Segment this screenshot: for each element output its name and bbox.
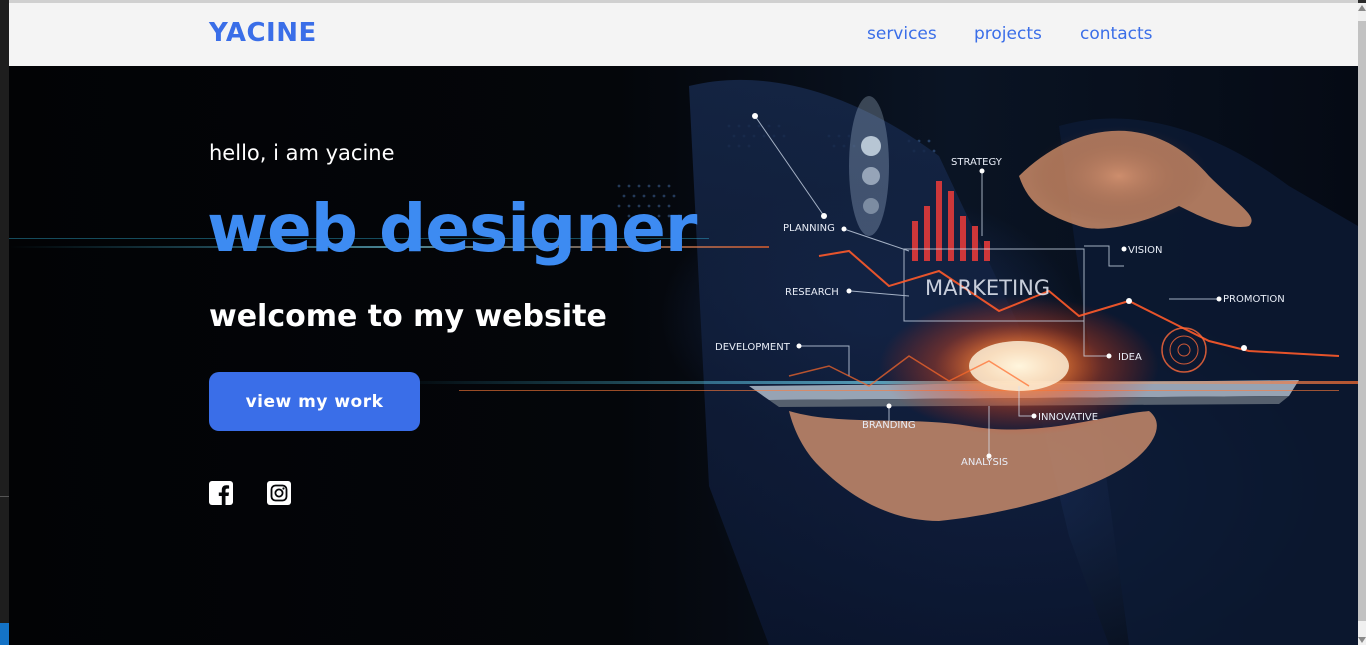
image-label-vision: VISION — [1128, 245, 1162, 256]
hero-greeting: hello, i am yacine — [209, 141, 395, 165]
instagram-icon — [267, 481, 291, 505]
image-label-analysis: ANALYSIS — [961, 457, 1008, 468]
hero-subheadline: welcome to my website — [209, 299, 607, 334]
nav-link-projects[interactable]: projects — [974, 24, 1042, 44]
page-scrollbar[interactable] — [1358, 3, 1366, 645]
web-page: YACINE services projects contacts STRATE… — [9, 3, 1358, 645]
image-label-branding: BRANDING — [862, 420, 916, 431]
browser-side-strip — [0, 0, 9, 645]
image-label-marketing: MARKETING — [925, 276, 1050, 300]
side-strip-divider — [0, 496, 9, 497]
nav-link-contacts[interactable]: contacts — [1080, 24, 1152, 44]
facebook-link[interactable] — [209, 481, 233, 505]
image-label-planning: PLANNING — [783, 223, 835, 234]
scroll-up-arrow-icon[interactable] — [1358, 5, 1366, 11]
instagram-link[interactable] — [267, 481, 291, 505]
image-label-idea: IDEA — [1118, 352, 1142, 363]
image-label-research: RESEARCH — [785, 287, 839, 298]
scroll-down-arrow-icon[interactable] — [1358, 637, 1366, 643]
image-label-strategy: STRATEGY — [951, 157, 1003, 168]
scrollbar-thumb[interactable] — [1358, 21, 1366, 621]
navbar: YACINE services projects contacts — [9, 3, 1358, 66]
side-strip-accent — [0, 623, 9, 645]
hero-section: STRATEGY PLANNING RESEARCH DEVELOPMENT M… — [9, 66, 1358, 645]
hero-headline: web designer — [207, 190, 697, 267]
nav-link-services[interactable]: services — [867, 24, 937, 44]
view-my-work-button[interactable]: view my work — [209, 372, 420, 431]
facebook-icon — [209, 481, 233, 505]
image-label-innovative: INNOVATIVE — [1038, 412, 1098, 423]
image-label-promotion: PROMOTION — [1223, 294, 1285, 305]
site-logo[interactable]: YACINE — [209, 18, 317, 48]
image-label-development: DEVELOPMENT — [715, 342, 791, 353]
